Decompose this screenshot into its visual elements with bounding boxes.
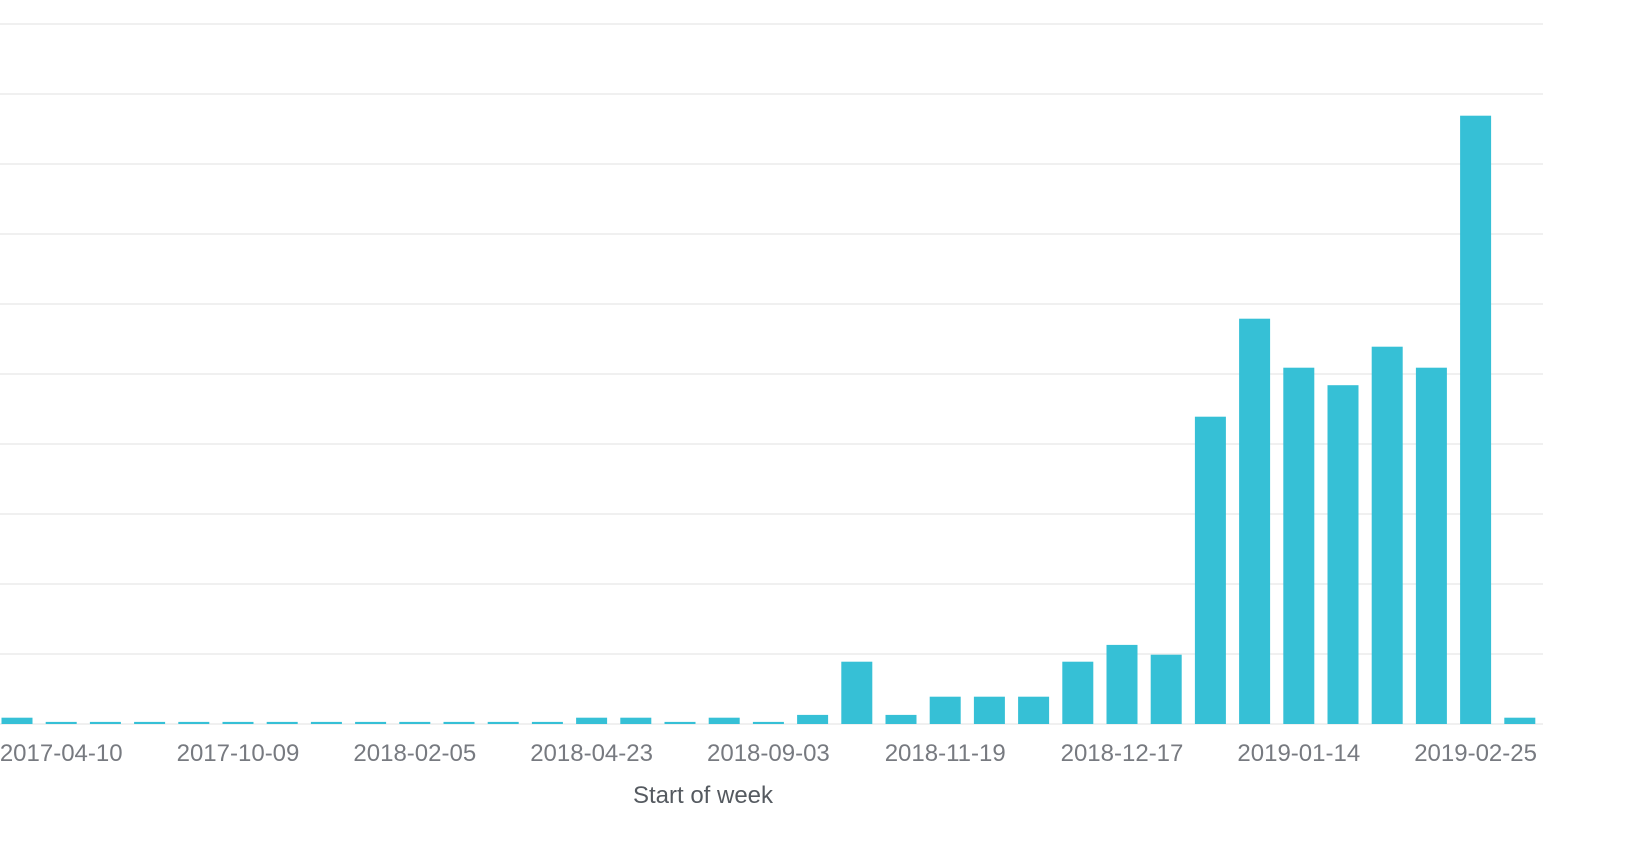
bar[interactable] [134,721,166,724]
bar[interactable] [310,721,342,724]
bar[interactable] [752,721,784,724]
bar[interactable] [1239,318,1271,724]
bar[interactable] [1194,416,1226,724]
bars [1,115,1536,724]
bar[interactable] [973,696,1005,724]
bar[interactable] [1327,385,1359,724]
bar[interactable] [443,721,475,724]
bar[interactable] [355,721,387,724]
bar[interactable] [45,721,77,724]
bar[interactable] [1283,367,1315,724]
x-axis-label: Start of week [633,782,774,809]
x-tick-label: 2018-11-19 [885,740,1006,767]
bar[interactable] [576,717,608,724]
bar[interactable] [664,721,696,724]
bar[interactable] [487,721,519,724]
x-tick-label: 2018-04-23 [530,740,653,767]
bar[interactable] [1018,696,1050,724]
bar[interactable] [178,721,210,724]
bar[interactable] [399,721,431,724]
x-tick-label: 2017-10-09 [177,740,300,767]
x-tick-label: 2018-02-05 [353,740,476,767]
x-tick-label: 2018-12-17 [1061,740,1184,767]
x-tick-labels: 2017-04-10 2017-10-09 2018-02-05 2018-04-23… [0,740,1537,767]
bar[interactable] [1106,644,1138,724]
bar[interactable] [929,696,961,724]
bar[interactable] [1062,661,1094,724]
bar[interactable] [89,721,121,724]
x-tick-label: 2018-09-03 [707,740,830,767]
bar[interactable] [1460,115,1492,724]
bar[interactable] [266,721,298,724]
bar[interactable] [531,721,563,724]
x-tick-label: 2019-01-14 [1237,740,1360,767]
bar[interactable] [1415,367,1447,724]
bar[interactable] [222,721,254,724]
bar[interactable] [885,714,917,724]
bar[interactable] [1371,346,1403,724]
x-tick-label: 2019-02-25 [1414,740,1537,767]
bar[interactable] [841,661,873,724]
bar[interactable] [1,717,33,724]
bar[interactable] [708,717,740,724]
bar[interactable] [1504,717,1536,724]
bar-chart: 2017-04-10 2017-10-09 2018-02-05 2018-04-23… [0,23,1543,809]
bar[interactable] [620,717,652,724]
x-tick-label: 2017-04-10 [0,740,123,767]
bar[interactable] [1150,654,1182,724]
bar[interactable] [797,714,829,724]
